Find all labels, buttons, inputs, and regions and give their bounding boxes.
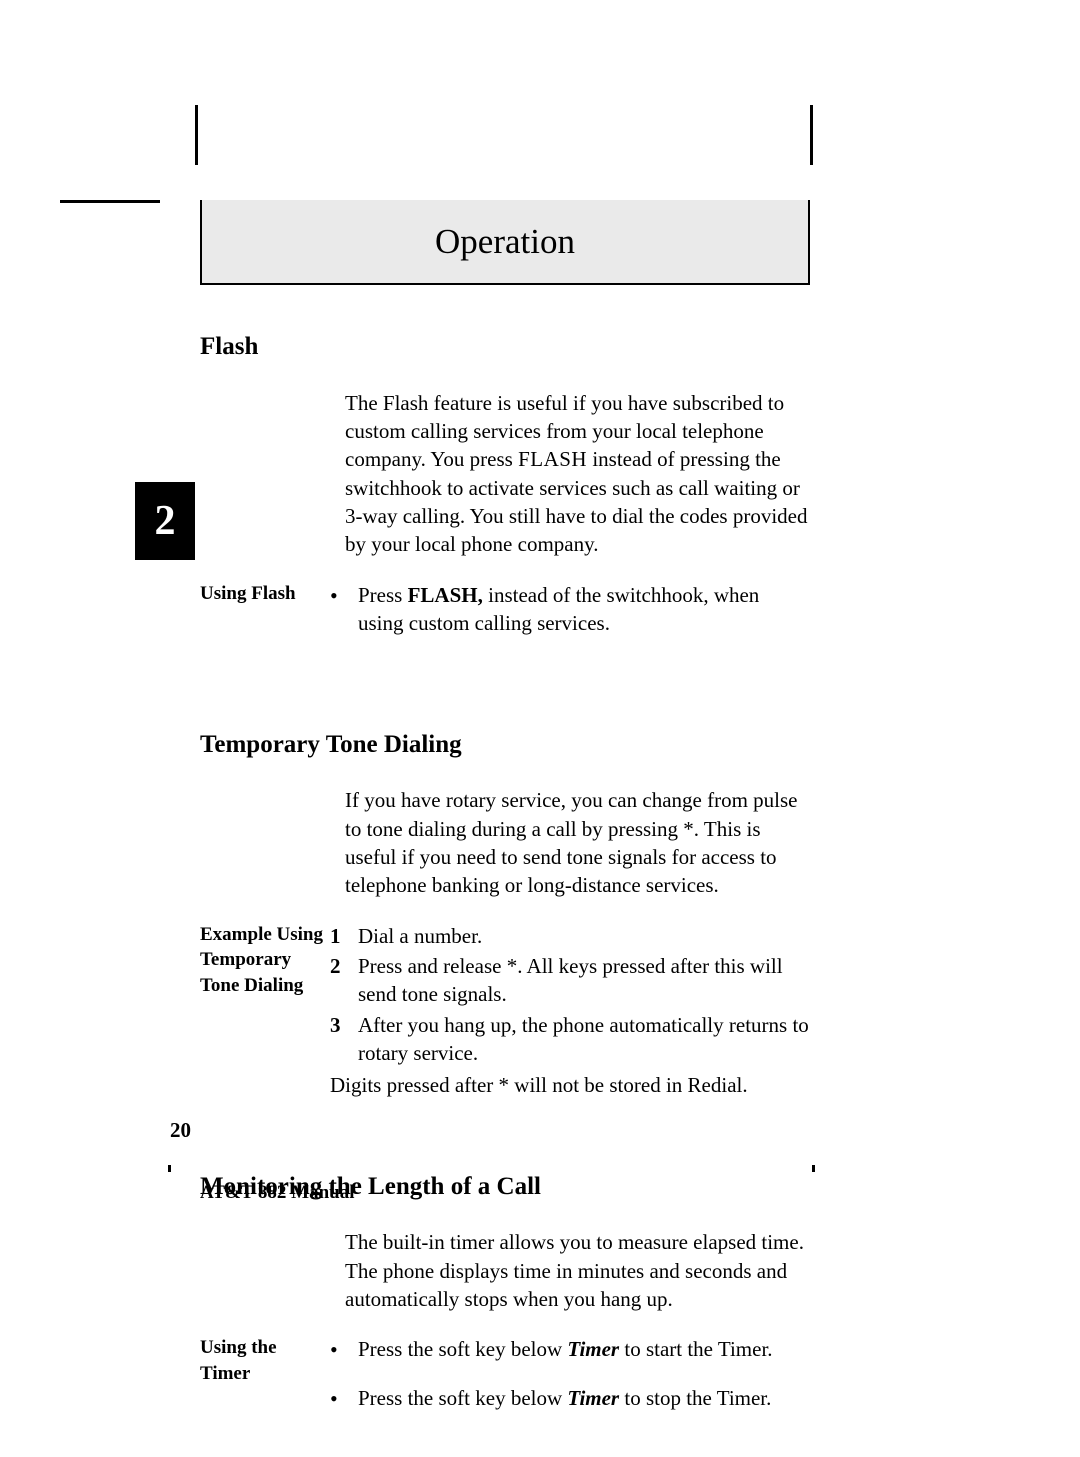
tone-step: After you hang up, the phone automatical… xyxy=(330,1011,810,1068)
page-content: Flash The Flash feature is useful if you… xyxy=(200,330,810,1457)
timer-softkey-label: Timer xyxy=(567,1337,619,1361)
tone-intro: If you have rotary service, you can chan… xyxy=(345,786,810,899)
tone-note: Digits pressed after * will not be store… xyxy=(330,1071,810,1099)
star-key-icon: * xyxy=(683,817,694,841)
crop-mark xyxy=(812,1165,815,1172)
crop-mark xyxy=(195,105,198,165)
timer-intro: The built-in timer allows you to measure… xyxy=(345,1228,810,1313)
flash-key-label: FLASH, xyxy=(408,583,483,607)
side-label-using-timer: Using the Timer xyxy=(200,1335,330,1386)
text: After you hang up, the phone automatical… xyxy=(358,1013,809,1065)
tone-step: Press and release *. All keys pressed af… xyxy=(330,952,810,1009)
text: Press and release xyxy=(358,954,507,978)
text: to stop the Timer. xyxy=(619,1386,771,1410)
tone-step: Dial a number. xyxy=(330,922,810,950)
text: Press xyxy=(358,583,408,607)
chapter-tab: 2 xyxy=(135,482,195,560)
flash-key-label: FLASH xyxy=(518,447,587,471)
section-heading-tone: Temporary Tone Dialing xyxy=(200,728,810,762)
timer-bullet: Press the soft key below Timer to stop t… xyxy=(330,1384,810,1412)
timer-bullet: Press the soft key below Timer to start … xyxy=(330,1335,810,1363)
text: will not be stored in Redial. xyxy=(509,1073,748,1097)
timer-softkey-label: Timer xyxy=(567,1386,619,1410)
flash-bullet: Press FLASH, instead of the switchhook, … xyxy=(330,581,810,638)
text: Press the soft key below xyxy=(358,1386,567,1410)
footer-text: AT&T 882 Manual xyxy=(200,1180,355,1206)
flash-intro: The Flash feature is useful if you have … xyxy=(345,389,810,559)
side-label-using-flash: Using Flash xyxy=(200,581,330,607)
text: Digits pressed after xyxy=(330,1073,499,1097)
text: Dial a number. xyxy=(358,924,482,948)
text: to start the Timer. xyxy=(619,1337,772,1361)
section-heading-flash: Flash xyxy=(200,330,810,364)
page-number: 20 xyxy=(170,1116,191,1144)
star-key-icon: * xyxy=(499,1073,510,1097)
page-title: Operation xyxy=(200,200,810,285)
side-label-tone-example: Example Using Temporary Tone Dialing xyxy=(200,922,330,999)
crop-mark xyxy=(810,105,813,165)
star-key-icon: * xyxy=(507,954,518,978)
text: Press the soft key below xyxy=(358,1337,567,1361)
crop-mark xyxy=(168,1165,171,1172)
crop-mark xyxy=(60,200,160,203)
